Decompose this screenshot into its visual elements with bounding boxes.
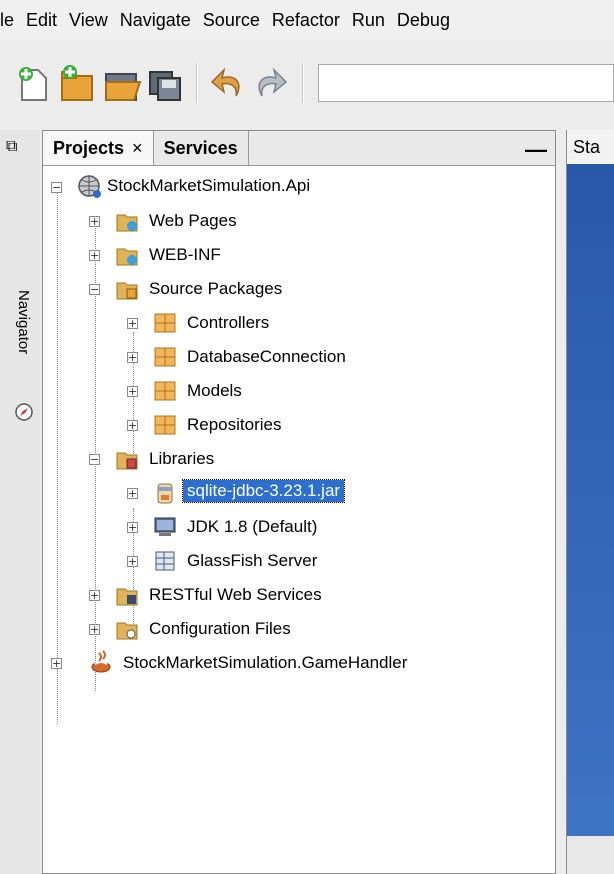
config-folder-icon <box>116 622 138 640</box>
menu-file[interactable]: ile <box>0 10 20 31</box>
projects-panel: Projects × Services — − StockMarketSimul… <box>42 130 556 874</box>
open-project-icon[interactable] <box>100 62 142 104</box>
expand-icon[interactable]: + <box>127 386 138 397</box>
tab-start-page[interactable]: Sta <box>567 130 614 165</box>
expand-icon[interactable]: + <box>89 216 100 227</box>
tree-node-label: DatabaseConnection <box>187 347 346 366</box>
tab-projects[interactable]: Projects × <box>43 131 154 165</box>
tree-node-label: Models <box>187 381 242 400</box>
undo-icon[interactable] <box>206 62 248 104</box>
collapse-icon[interactable]: − <box>51 182 62 193</box>
server-icon <box>155 551 175 571</box>
navigator-tab[interactable]: Navigator <box>15 290 32 354</box>
expand-icon[interactable]: + <box>127 352 138 363</box>
tab-services-label: Services <box>163 137 238 158</box>
expand-icon[interactable]: + <box>89 250 100 261</box>
tree-node-label: sqlite-jdbc-3.23.1.jar <box>181 479 346 503</box>
navigator-strip: ⧉ Navigator <box>0 130 40 874</box>
package-icon <box>154 313 176 333</box>
expand-icon[interactable]: + <box>89 624 100 635</box>
tab-services[interactable]: Services <box>154 131 249 165</box>
menu-view[interactable]: View <box>63 10 114 31</box>
menu-debug[interactable]: Debug <box>391 10 456 31</box>
tree-node-label: JDK 1.8 (Default) <box>187 517 318 536</box>
web-folder-icon <box>116 248 138 266</box>
save-all-icon[interactable] <box>144 62 186 104</box>
tree-node-label: Configuration Files <box>149 619 291 638</box>
expand-icon[interactable]: + <box>127 556 138 567</box>
tree-node-label: Repositories <box>187 415 282 434</box>
tab-projects-label: Projects <box>53 137 125 158</box>
expand-icon[interactable]: + <box>127 318 138 329</box>
expand-icon[interactable]: + <box>89 590 100 601</box>
compass-icon <box>15 403 33 421</box>
toolbar-separator <box>196 63 198 103</box>
menu-bar: ile Edit View Navigate Source Refactor R… <box>0 0 614 40</box>
tree-node-label: GlassFish Server <box>187 551 318 570</box>
rest-folder-icon <box>116 588 138 606</box>
menu-refactor[interactable]: Refactor <box>266 10 346 31</box>
package-icon <box>154 381 176 401</box>
expand-icon[interactable]: + <box>127 488 138 499</box>
collapse-icon[interactable]: − <box>89 284 100 295</box>
expand-icon[interactable]: + <box>127 522 138 533</box>
tree-node-label: Libraries <box>149 449 215 468</box>
toolbar-separator <box>302 63 304 103</box>
expand-icon[interactable]: + <box>51 658 62 669</box>
redo-icon[interactable] <box>250 62 292 104</box>
tree-node-label: Web Pages <box>149 211 237 230</box>
menu-run[interactable]: Run <box>346 10 391 31</box>
jar-icon <box>157 483 173 504</box>
toolbar <box>0 55 614 111</box>
tree-node-label: Source Packages <box>149 279 283 298</box>
jdk-icon <box>154 517 176 536</box>
search-combo[interactable] <box>318 64 614 102</box>
source-folder-icon <box>116 282 138 300</box>
tree-node-label: StockMarketSimulation.Api <box>107 176 311 195</box>
menu-source[interactable]: Source <box>197 10 266 31</box>
panel-tabs: Projects × Services — <box>43 131 555 166</box>
expand-icon[interactable]: + <box>127 420 138 431</box>
restore-window-icon[interactable]: ⧉ <box>6 138 17 156</box>
tree-node-label: Controllers <box>187 313 270 332</box>
menu-navigate[interactable]: Navigate <box>114 10 197 31</box>
new-file-icon[interactable] <box>12 62 54 104</box>
editor-area: Sta <box>566 130 614 874</box>
tree-node-label: StockMarketSimulation.GameHandler <box>123 653 408 672</box>
close-icon[interactable]: × <box>132 138 143 159</box>
minimize-icon[interactable]: — <box>525 137 547 163</box>
web-project-icon <box>78 175 101 198</box>
tree-node-label: WEB-INF <box>149 245 221 264</box>
package-icon <box>154 347 176 367</box>
menu-edit[interactable]: Edit <box>20 10 63 31</box>
collapse-icon[interactable]: − <box>89 454 100 465</box>
editor-tab-label: Sta <box>573 136 601 157</box>
tree-node-label: RESTful Web Services <box>149 585 322 604</box>
package-icon <box>154 415 176 435</box>
editor-content <box>567 164 614 836</box>
libraries-folder-icon <box>116 452 138 470</box>
web-folder-icon <box>116 214 138 232</box>
new-project-icon[interactable] <box>56 62 98 104</box>
java-project-icon <box>91 650 111 673</box>
